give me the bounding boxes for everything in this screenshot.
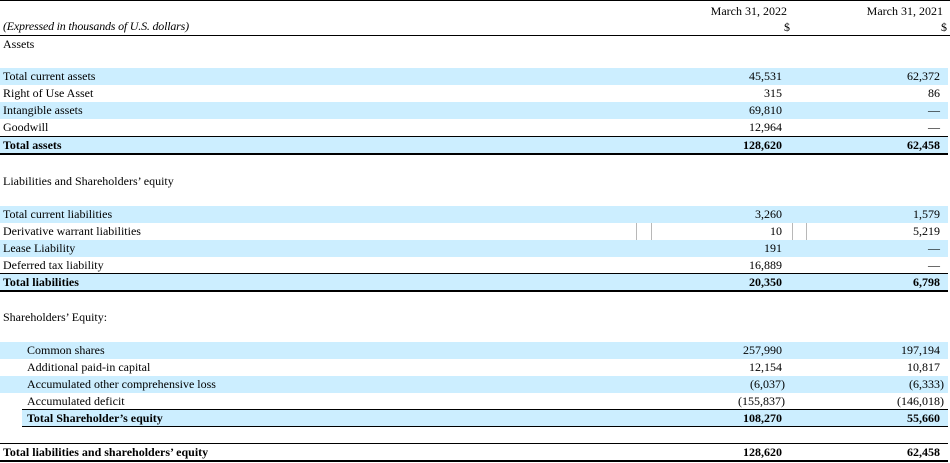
table-row: Goodwill 12,964 — [0, 119, 948, 136]
table-row: Deferred tax liability 16,889 — [0, 257, 948, 274]
cell-border [792, 223, 793, 240]
value-2022: 315 [764, 86, 782, 100]
row-label: Right of Use Asset [3, 86, 94, 100]
value-2021: 6,798 [913, 275, 940, 289]
value-2021: 10,817 [907, 360, 940, 374]
row-label: Intangible assets [3, 103, 83, 117]
value-2021: 197,194 [901, 343, 940, 357]
units-note: (Expressed in thousands of U.S. dollars) [3, 19, 189, 33]
value-2022: (6,037) [750, 377, 785, 391]
row-rule [22, 426, 948, 427]
row-label: Additional paid-in capital [27, 360, 151, 374]
col-2021-currency: $ [941, 20, 947, 34]
value-2022: 20,350 [749, 275, 782, 289]
value-2022: 16,889 [749, 258, 782, 272]
row-label: Total current liabilities [3, 207, 113, 221]
grand-total-row: Total liabilities and shareholders’ equi… [0, 444, 948, 461]
table-row: Total current liabilities 3,260 1,579 [0, 206, 948, 223]
row-label: Goodwill [3, 120, 49, 134]
value-2022: 45,531 [749, 69, 782, 83]
row-label: Derivative warrant liabilities [3, 224, 141, 238]
value-2022: 12,964 [749, 120, 782, 134]
value-2021: — [928, 258, 940, 272]
table-row: Intangible assets 69,810 — [0, 102, 948, 119]
table-row: Total current assets 45,531 62,372 [0, 68, 948, 85]
value-2022: (155,837) [738, 394, 785, 408]
value-2022: 3,260 [755, 207, 782, 221]
table-row: Right of Use Asset 315 86 [0, 85, 948, 102]
assets-heading: Assets [3, 37, 35, 51]
row-label: Total liabilities and shareholders’ equi… [3, 445, 209, 459]
table-row: Accumulated deficit (155,837) (146,018) [0, 393, 948, 410]
total-liabilities-row: Total liabilities 20,350 6,798 [0, 274, 948, 291]
row-label: Deferred tax liability [3, 258, 104, 272]
row-label: Accumulated other comprehensive loss [27, 377, 216, 391]
total-rule [0, 290, 948, 292]
col-2022-currency: $ [784, 20, 790, 34]
value-2021: (6,333) [909, 377, 944, 391]
top-border [0, 0, 950, 1]
row-label: Lease Liability [3, 241, 76, 255]
table-row: Common shares 257,990 197,194 [0, 342, 948, 359]
value-2021: — [928, 103, 940, 117]
value-2022: 12,154 [749, 360, 782, 374]
value-2021: — [928, 241, 940, 255]
value-2021: 62,372 [907, 69, 940, 83]
row-label: Common shares [27, 343, 105, 357]
value-2022: 69,810 [749, 103, 782, 117]
value-2022: 128,620 [743, 445, 782, 459]
value-2021: 1,579 [913, 207, 940, 221]
row-label: Accumulated deficit [27, 394, 125, 408]
value-2021: 5,219 [913, 224, 940, 238]
cell-border [636, 223, 637, 240]
value-2022: 108,270 [743, 411, 782, 425]
row-label: Total Shareholder’s equity [27, 411, 163, 425]
equity-heading: Shareholders’ Equity: [3, 310, 108, 324]
cell-border [651, 223, 652, 240]
value-2022: 10 [770, 224, 782, 238]
total-assets-row: Total assets 128,620 62,458 [0, 137, 948, 154]
col-2021-date: March 31, 2021 [866, 4, 943, 18]
liabilities-heading: Liabilities and Shareholders’ equity [3, 174, 174, 188]
total-equity-row: Total Shareholder’s equity 108,270 55,66… [22, 410, 948, 427]
value-2021: 86 [928, 86, 940, 100]
value-2021: — [928, 120, 940, 134]
value-2022: 257,990 [743, 343, 782, 357]
header-divider [0, 35, 950, 36]
value-2021: 55,660 [907, 411, 940, 425]
col-2022-date: March 31, 2022 [710, 4, 787, 18]
cell-border [806, 223, 807, 240]
table-row: Accumulated other comprehensive loss (6,… [0, 376, 948, 393]
value-2021: (146,018) [897, 394, 944, 408]
value-2022: 128,620 [743, 138, 782, 152]
row-label: Total liabilities [3, 275, 79, 289]
value-2022: 191 [764, 241, 782, 255]
row-label: Total assets [3, 138, 62, 152]
row-label: Total current assets [3, 69, 96, 83]
table-row: Lease Liability 191 — [0, 240, 948, 257]
value-2021: 62,458 [907, 445, 940, 459]
grand-total-rule [0, 460, 948, 462]
table-row: Additional paid-in capital 12,154 10,817 [0, 359, 948, 376]
total-rule [0, 153, 948, 155]
value-2021: 62,458 [907, 138, 940, 152]
